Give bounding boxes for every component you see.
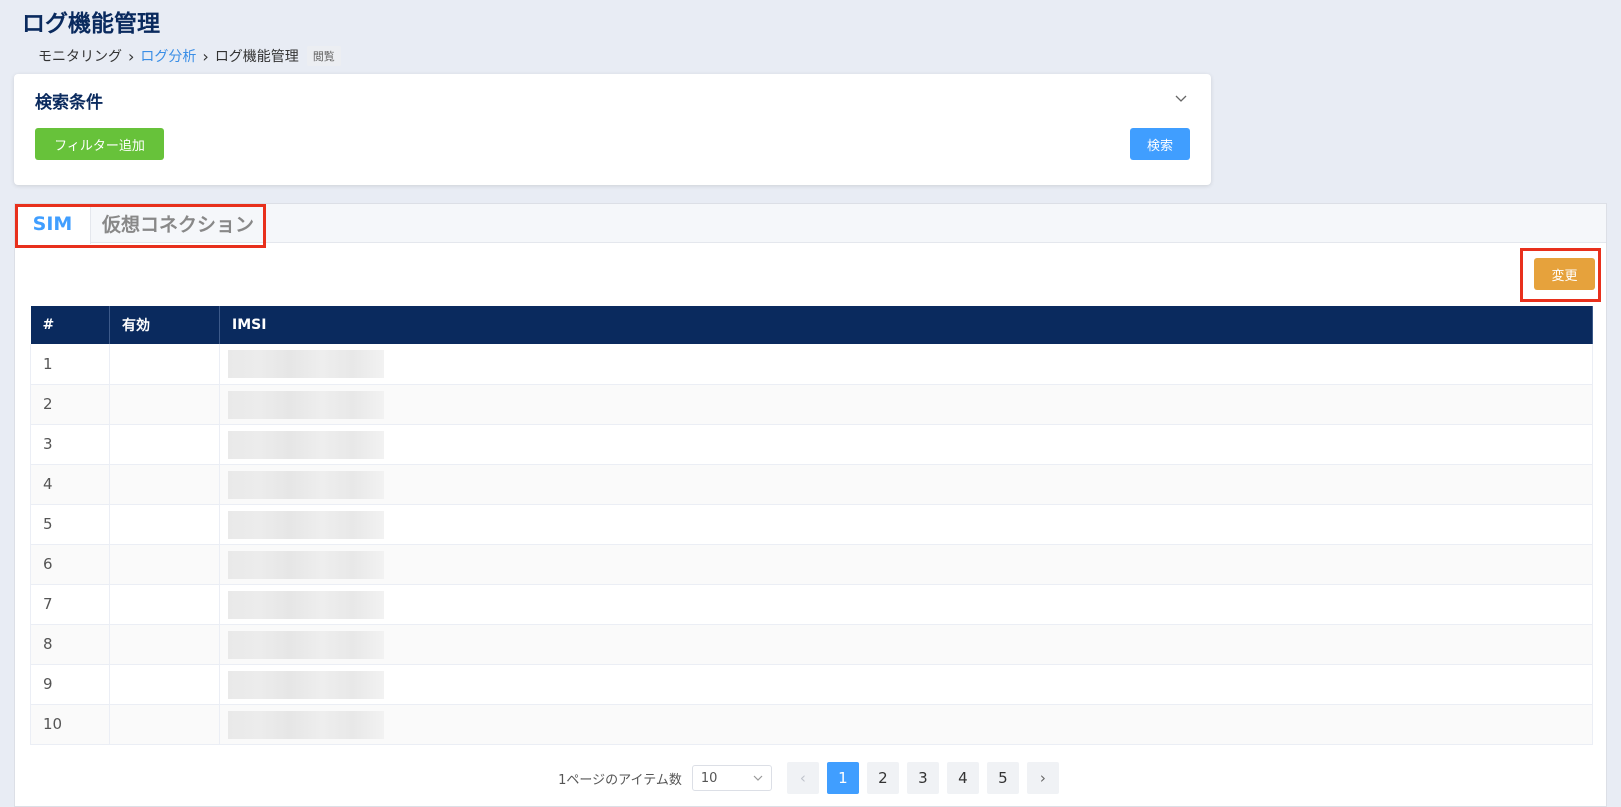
page-button-1[interactable]: 1	[826, 762, 859, 794]
row-number: 3	[30, 424, 110, 465]
row-imsi	[219, 384, 1593, 425]
row-imsi	[219, 584, 1593, 625]
page-title: ログ機能管理	[22, 11, 160, 37]
row-valid	[109, 424, 220, 465]
table-row[interactable]: 6	[30, 544, 1593, 585]
tabs-bar: SIM 仮想コネクション	[15, 204, 1606, 244]
page-button-2[interactable]: 2	[866, 762, 899, 794]
table-row[interactable]: 10	[30, 704, 1593, 745]
page-button-5[interactable]: 5	[986, 762, 1019, 794]
chevron-right-icon: ›	[202, 46, 209, 66]
row-valid	[109, 384, 220, 425]
page-size-value: 10	[700, 770, 718, 786]
chevron-right-icon: ›	[128, 46, 135, 66]
redacted-imsi	[228, 590, 384, 619]
sim-table: # 有効 IMSI 1 2 3 4 5 6 7 8 9 10	[30, 306, 1593, 745]
search-button[interactable]: 検索	[1130, 128, 1190, 160]
redacted-imsi	[228, 350, 384, 378]
row-number: 2	[30, 384, 110, 425]
redacted-imsi	[228, 710, 384, 739]
row-valid	[109, 504, 220, 545]
column-header-number: #	[30, 306, 110, 344]
row-number: 10	[30, 704, 110, 745]
redacted-imsi	[228, 510, 384, 539]
row-imsi	[219, 504, 1593, 545]
table-row[interactable]: 7	[30, 584, 1593, 625]
prev-page-button[interactable]: ‹	[786, 762, 819, 794]
row-imsi	[219, 424, 1593, 465]
search-conditions-panel: 検索条件 フィルター追加 検索	[14, 74, 1211, 185]
table-row[interactable]: 8	[30, 624, 1593, 665]
chevron-down-icon[interactable]	[1173, 90, 1189, 106]
page-size-label: 1ページのアイテム数	[558, 772, 682, 788]
next-page-button[interactable]: ›	[1026, 762, 1059, 794]
page-button-3[interactable]: 3	[906, 762, 939, 794]
table-row[interactable]: 9	[30, 664, 1593, 705]
tab-virtual-connection[interactable]: 仮想コネクション	[91, 204, 265, 243]
column-header-valid: 有効	[109, 306, 220, 344]
breadcrumb: モニタリング › ログ分析 › ログ機能管理 閲覧	[38, 46, 341, 66]
table-row[interactable]: 5	[30, 504, 1593, 545]
row-number: 1	[30, 344, 110, 385]
table-header-row: # 有効 IMSI	[30, 306, 1593, 344]
redacted-imsi	[228, 550, 384, 579]
row-number: 7	[30, 584, 110, 625]
row-number: 5	[30, 504, 110, 545]
chevron-down-icon	[753, 775, 763, 781]
redacted-imsi	[228, 390, 384, 419]
add-filter-button[interactable]: フィルター追加	[35, 128, 164, 160]
table-row[interactable]: 3	[30, 424, 1593, 465]
redacted-imsi	[228, 670, 384, 699]
column-header-imsi: IMSI	[219, 306, 1593, 344]
breadcrumb-current: ログ機能管理	[214, 49, 299, 65]
page-size-select[interactable]: 10	[691, 765, 772, 791]
page-number-list: 12345	[823, 762, 1023, 794]
breadcrumb-monitoring[interactable]: モニタリング	[38, 46, 122, 66]
status-badge: 閲覧	[306, 46, 341, 66]
main-panel: SIM 仮想コネクション 変更 # 有効 IMSI 1 2 3 4 5 6 7 8 9 10 1ペ…	[14, 203, 1607, 807]
row-imsi	[219, 704, 1593, 745]
row-number: 6	[30, 544, 110, 585]
row-valid	[109, 344, 220, 385]
row-valid	[109, 544, 220, 585]
table-row[interactable]: 4	[30, 464, 1593, 505]
row-imsi	[219, 464, 1593, 505]
tab-sim[interactable]: SIM	[15, 204, 91, 244]
row-number: 9	[30, 664, 110, 705]
row-imsi	[219, 344, 1593, 385]
redacted-imsi	[228, 470, 384, 499]
row-valid	[109, 664, 220, 705]
row-imsi	[219, 624, 1593, 665]
page-button-4[interactable]: 4	[946, 762, 979, 794]
row-number: 4	[30, 464, 110, 505]
row-valid	[109, 624, 220, 665]
row-valid	[109, 464, 220, 505]
change-button[interactable]: 変更	[1534, 258, 1595, 290]
table-row[interactable]: 2	[30, 384, 1593, 425]
table-row[interactable]: 1	[30, 344, 1593, 385]
row-imsi	[219, 544, 1593, 585]
row-valid	[109, 584, 220, 625]
breadcrumb-log-analysis[interactable]: ログ分析	[140, 46, 196, 66]
redacted-imsi	[228, 630, 384, 659]
row-imsi	[219, 664, 1593, 705]
redacted-imsi	[228, 430, 384, 459]
pagination: 1ページのアイテム数 10 ‹ 12345 ›	[15, 761, 1606, 795]
row-number: 8	[30, 624, 110, 665]
row-valid	[109, 704, 220, 745]
search-title: 検索条件	[35, 93, 103, 113]
